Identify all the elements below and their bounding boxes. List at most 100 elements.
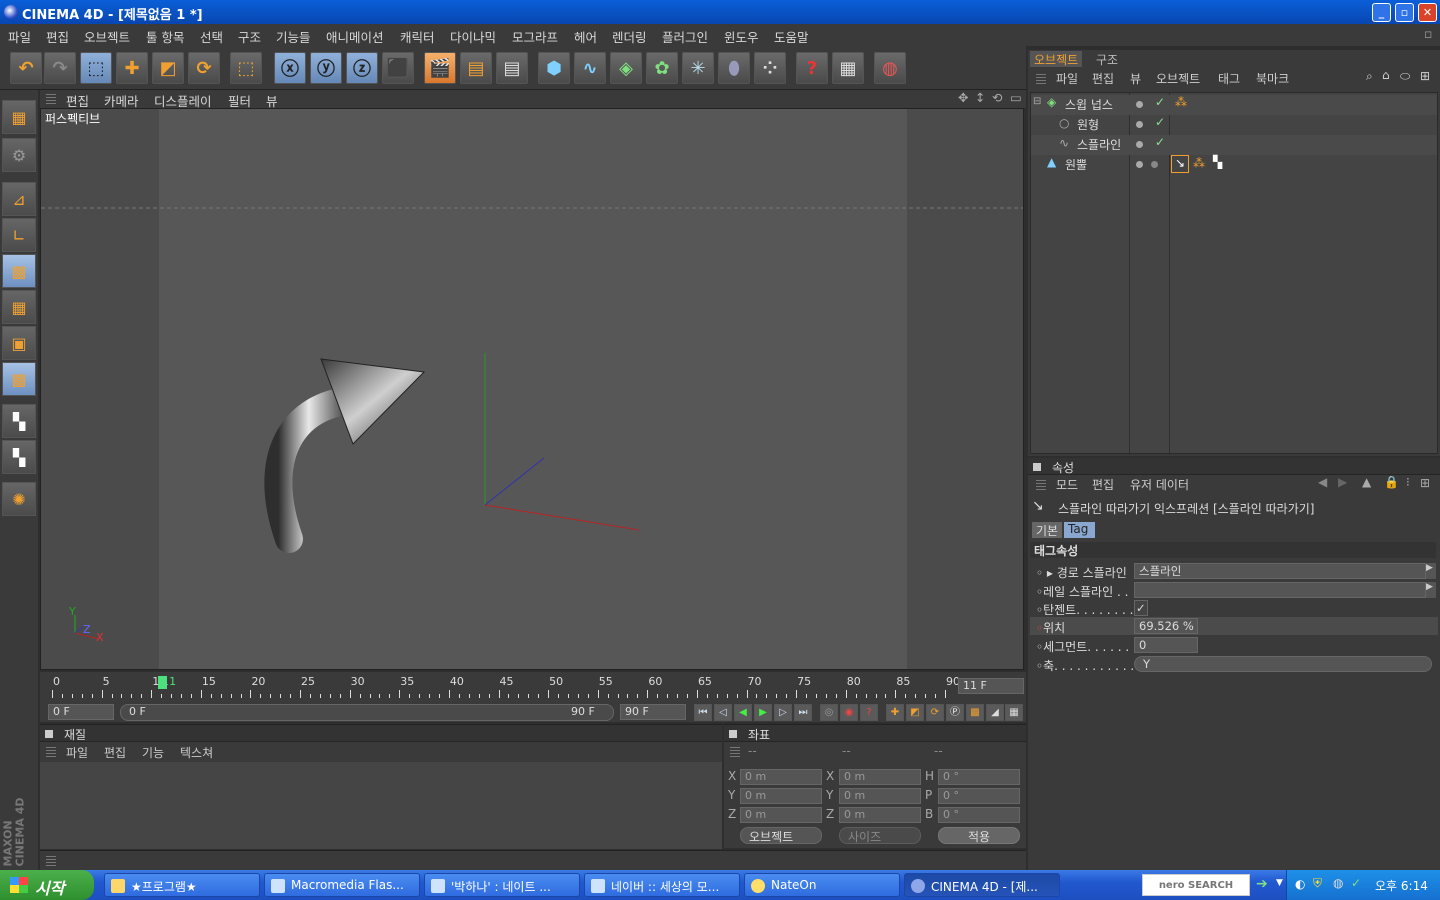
animation-mode[interactable]: ✺	[2, 482, 36, 516]
object-name-sweep-nurbs[interactable]: 스윕 넙스	[1065, 96, 1113, 113]
y-axis-lock[interactable]: ⓨ	[310, 52, 342, 84]
key-rotation-button[interactable]: ⟳	[926, 704, 944, 721]
objmgr-link-icon[interactable]: ⬭	[1400, 69, 1410, 84]
menu-edit[interactable]: 편집	[46, 27, 69, 46]
taskbar-item-programs[interactable]: ★프로그램★	[104, 873, 260, 897]
menu-dynamics[interactable]: 다이나믹	[450, 27, 496, 46]
move-tool[interactable]: ✚	[116, 52, 148, 84]
menu-animation[interactable]: 애니메이션	[326, 27, 384, 46]
viewport-rotate-icon[interactable]: ⟲	[992, 90, 1002, 105]
objmgr-new-window-icon[interactable]: ⊞	[1420, 69, 1430, 83]
help-pointer-button[interactable]: ?	[796, 52, 828, 84]
key-interp-button[interactable]: ◢	[986, 704, 1004, 721]
objmgr-menu-view[interactable]: 뷰	[1130, 70, 1141, 87]
object-row-circle[interactable]: ○ 원형 ✓	[1031, 115, 1437, 135]
timeline-options-button[interactable]: ▦	[1005, 704, 1023, 721]
objmgr-search-icon[interactable]: ⌕	[1366, 69, 1373, 84]
viewport-maximize-icon[interactable]: ▭	[1010, 90, 1022, 105]
attr-up-icon[interactable]: ▲	[1362, 475, 1371, 489]
object-row-sweep-nurbs[interactable]: ⊟ ◈ 스윕 넙스 ✓ ⁂	[1031, 95, 1437, 115]
coord-rot-h-field[interactable]: 0 °	[938, 769, 1020, 785]
key-position-button[interactable]: ✚	[886, 704, 904, 721]
attr-back-icon[interactable]: ◀	[1318, 475, 1327, 489]
start-button[interactable]: 시작	[0, 870, 94, 900]
render-picture-viewer-button[interactable]: ▤	[496, 52, 528, 84]
objmgr-menu-edit[interactable]: 편집	[1092, 70, 1114, 87]
goto-end-button[interactable]: ⏭	[794, 704, 812, 721]
frame-range-slider[interactable]: 0 F 90 F	[120, 704, 614, 721]
coord-apply-button[interactable]: 적용	[938, 827, 1020, 844]
coordinate-system-button[interactable]: ⬛	[382, 52, 414, 84]
texture-tag-icon[interactable]: ▚	[1213, 155, 1222, 169]
live-selection-tool[interactable]: ⬚	[80, 52, 112, 84]
menu-tools[interactable]: 툴 항목	[146, 27, 184, 46]
particles-button[interactable]: ⁘	[754, 52, 786, 84]
redo-button[interactable]: ↷	[44, 52, 76, 84]
edges-mode[interactable]: ▦	[2, 290, 36, 324]
spline-follow-tag-icon[interactable]: ↘	[1171, 155, 1189, 173]
material-menu-edit[interactable]: 편집	[104, 744, 126, 761]
tray-dropdown-icon[interactable]: ▼	[1276, 878, 1283, 888]
web-browser-button[interactable]: ◍	[874, 52, 906, 84]
object-tree[interactable]: ⊟ ◈ 스윕 넙스 ✓ ⁂ ○ 원형 ✓ ∿ 스플라인 ✓ ▲ 원뿔 ↘ ⁂ ▚	[1030, 92, 1438, 455]
material-list-area[interactable]	[40, 762, 722, 849]
collapse-icon[interactable]: ⊟	[1033, 96, 1041, 107]
coord-rot-b-field[interactable]: 0 °	[938, 807, 1020, 823]
layout-button[interactable]: ▦	[2, 100, 36, 134]
menu-file[interactable]: 파일	[8, 27, 31, 46]
tray-shield-icon[interactable]: ⛨	[1313, 876, 1322, 891]
menu-hair[interactable]: 헤어	[574, 27, 597, 46]
menubar-restore-icon[interactable]: ▫	[1424, 26, 1432, 41]
record-active-button[interactable]: ◉	[840, 704, 858, 721]
nero-search-box[interactable]: nero SEARCH	[1142, 874, 1250, 896]
object-row-spline[interactable]: ∿ 스플라인 ✓	[1031, 135, 1437, 155]
menu-help[interactable]: 도움말	[774, 27, 809, 46]
texture-mode[interactable]: ▚	[2, 404, 36, 438]
editor-visibility-dot[interactable]	[1136, 161, 1143, 168]
go-arrow-icon[interactable]: ➔	[1256, 876, 1268, 892]
recent-tool[interactable]: ⬚	[230, 52, 262, 84]
enabled-check-icon[interactable]: ✓	[1155, 95, 1165, 109]
record-position-button[interactable]: ◎	[820, 704, 838, 721]
key-param-button[interactable]: Ⓟ	[946, 704, 964, 721]
menu-object[interactable]: 오브젝트	[84, 27, 130, 46]
render-visibility-dot[interactable]	[1151, 161, 1158, 168]
object-tool[interactable]: ∟	[2, 218, 36, 252]
attr-rail-arrow-icon[interactable]: ▶	[1426, 582, 1436, 598]
prev-key-button[interactable]: ◁	[714, 704, 732, 721]
taskbar-item-naver[interactable]: 네이버 :: 세상의 모...	[584, 873, 740, 897]
current-frame-marker[interactable]	[158, 676, 167, 689]
use-model-mode[interactable]: ⚙	[2, 138, 36, 172]
menu-character[interactable]: 캐릭터	[400, 27, 435, 46]
rotate-tool[interactable]: ⟳	[188, 52, 220, 84]
attr-menu-mode[interactable]: 모드	[1056, 476, 1078, 493]
sweep-nurbs-tube[interactable]	[264, 387, 360, 553]
perspective-viewport[interactable]: 퍼스펙티브 Y Z X	[40, 108, 1024, 670]
tray-network-icon[interactable]: ◐	[1295, 877, 1305, 891]
undo-button[interactable]: ↶	[10, 52, 42, 84]
coord-size-select[interactable]: 사이즈	[839, 827, 921, 844]
deformer-button[interactable]: ✳	[682, 52, 714, 84]
menu-window[interactable]: 윈도우	[724, 27, 759, 46]
autokey-button[interactable]: ?	[860, 704, 878, 721]
play-forward-button[interactable]: ▶	[754, 704, 772, 721]
texture-axis-mode[interactable]: ▩	[2, 362, 36, 396]
attr-rail-spline-link[interactable]	[1134, 582, 1426, 598]
taskbar-item-nateon[interactable]: NateOn	[744, 873, 900, 897]
environment-button[interactable]: ⬮	[718, 52, 750, 84]
workplane-mode[interactable]: ▚	[2, 440, 36, 474]
object-name-spline[interactable]: 스플라인	[1077, 136, 1121, 153]
tab-objects[interactable]: 오브젝트	[1030, 51, 1083, 67]
taskbar-item-cinema4d[interactable]: CINEMA 4D - [제...	[904, 873, 1060, 897]
phong-tag-icon[interactable]: ⁂	[1175, 95, 1187, 109]
array-object-button[interactable]: ✿	[646, 52, 678, 84]
attr-tab-basic[interactable]: 기본	[1032, 522, 1062, 538]
material-menu-function[interactable]: 기능	[142, 744, 164, 761]
attr-path-spline-link[interactable]: 스플라인	[1134, 563, 1426, 579]
attr-options-icon[interactable]: ⁝	[1406, 475, 1410, 489]
phong-tag-icon[interactable]: ⁂	[1193, 156, 1205, 170]
viewport-zoom-icon[interactable]: ↕	[975, 90, 985, 105]
attr-position-field[interactable]: 69.526 %	[1134, 618, 1198, 634]
cube-object-button[interactable]: ⬢	[538, 52, 570, 84]
key-scale-button[interactable]: ◩	[906, 704, 924, 721]
